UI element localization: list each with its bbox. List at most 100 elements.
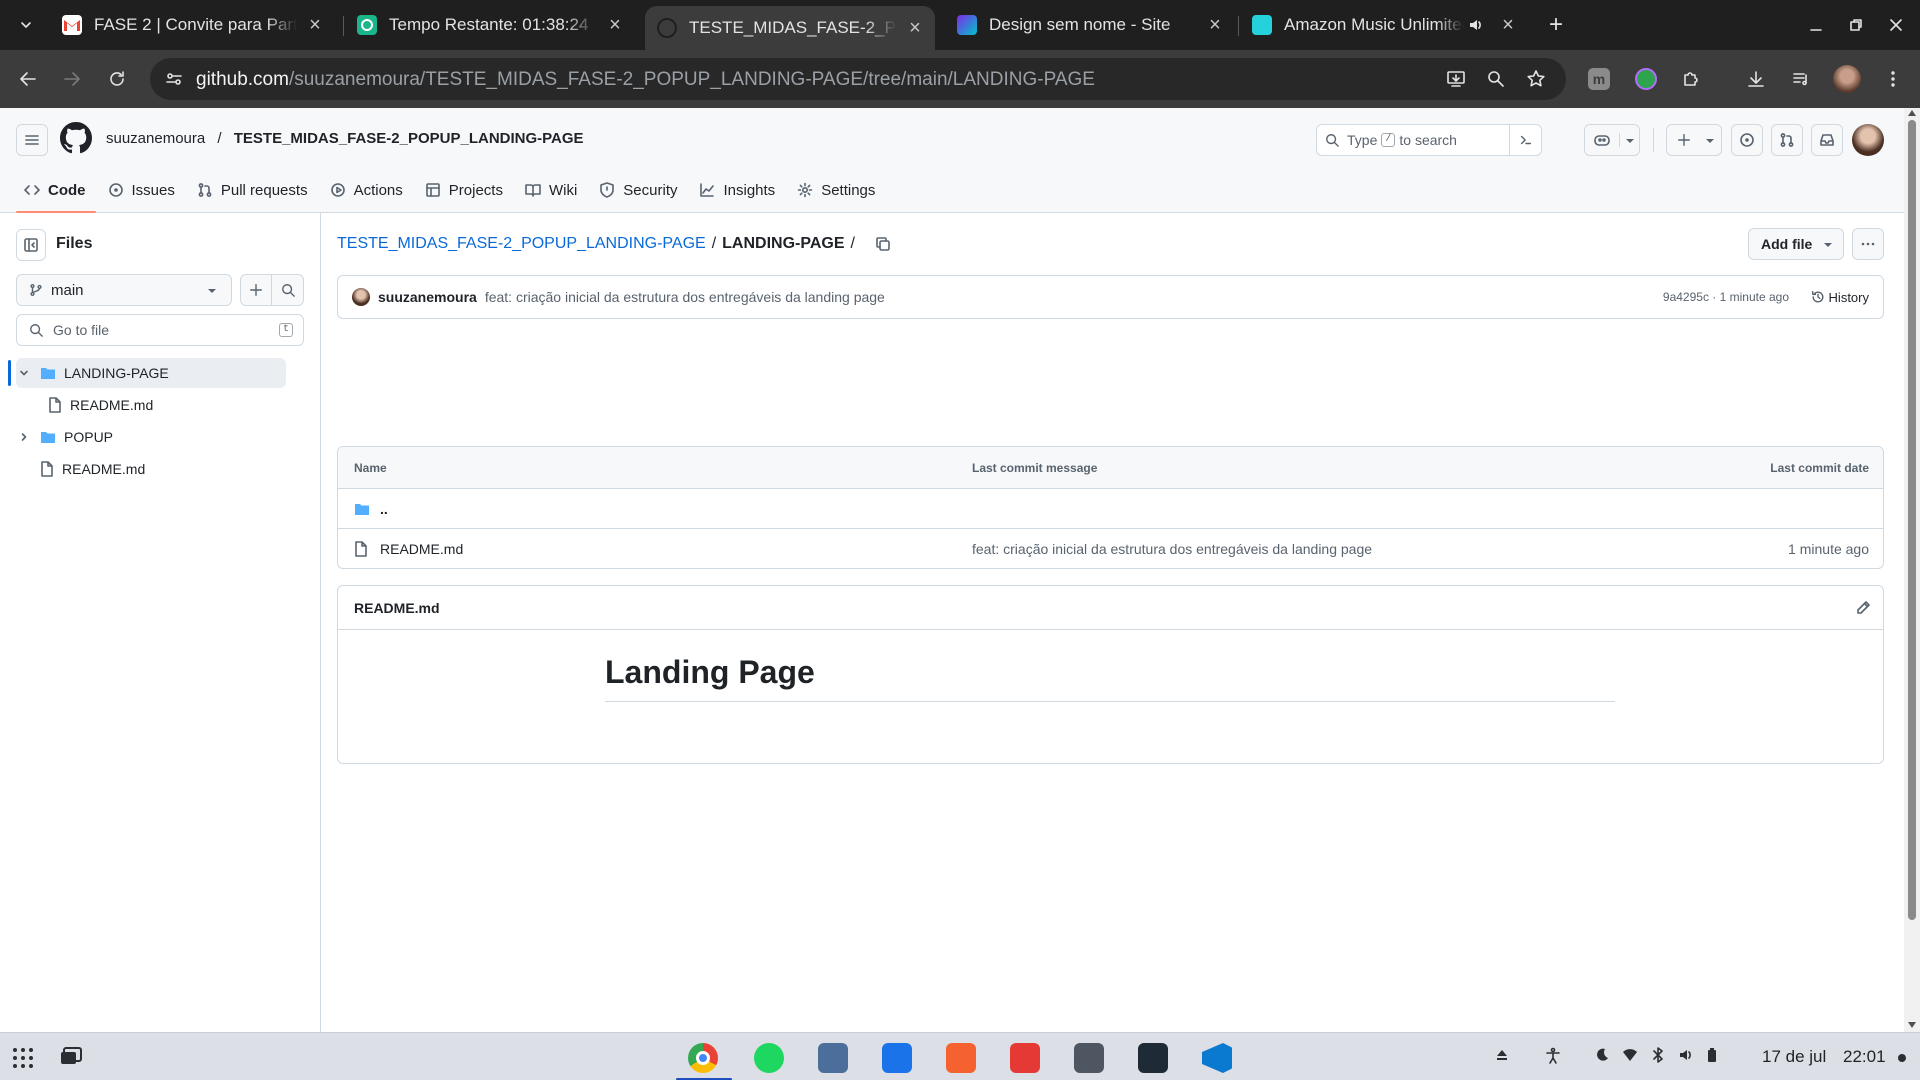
tab-issues[interactable]: Issues [98, 172, 187, 208]
scroll-up-icon[interactable] [1908, 110, 1916, 116]
close-window-icon[interactable] [1880, 9, 1912, 41]
repo-link[interactable]: TESTE_MIDAS_FASE-2_POPUP_LANDING-PAGE [234, 130, 584, 147]
commit-message[interactable]: feat: criação inicial da estrutura dos e… [485, 289, 885, 305]
breadcrumb-repo-link[interactable]: TESTE_MIDAS_FASE-2_POPUP_LANDING-PAGE [337, 235, 706, 253]
issues-icon[interactable] [1731, 124, 1763, 156]
zoom-icon[interactable] [1486, 69, 1506, 89]
scrollbar-thumb[interactable] [1908, 120, 1916, 920]
download-icon[interactable] [1740, 63, 1772, 95]
page-scrollbar[interactable] [1904, 108, 1920, 1032]
tab-insights[interactable]: Insights [689, 172, 787, 208]
tab-label: Security [623, 181, 678, 199]
anydesk-app-icon[interactable] [1010, 1043, 1040, 1073]
new-tab-icon[interactable]: + [1540, 9, 1572, 41]
github-logo-icon[interactable] [60, 122, 92, 154]
tab-security[interactable]: Security [589, 172, 689, 208]
tree-item-readme[interactable]: README.md [16, 390, 286, 420]
close-tab-icon[interactable]: × [905, 17, 925, 39]
terminal-app-icon[interactable] [1138, 1043, 1168, 1073]
overview-icon[interactable] [60, 1047, 82, 1067]
close-tab-icon[interactable]: × [605, 14, 625, 36]
hamburger-menu-icon[interactable] [16, 124, 48, 156]
search-files-icon[interactable] [272, 275, 303, 305]
back-icon[interactable] [12, 63, 44, 95]
site-info-icon[interactable] [164, 69, 184, 89]
browser-tab[interactable]: Design sem nome - Site × [945, 6, 1235, 44]
edit-pencil-icon[interactable] [1855, 600, 1871, 616]
copy-path-icon[interactable] [875, 236, 891, 252]
commit-author[interactable]: suuzanemoura [378, 289, 477, 305]
scroll-down-icon[interactable] [1908, 1022, 1916, 1028]
media-controls-icon[interactable] [1785, 63, 1817, 95]
tree-item-root-readme[interactable]: README.md [16, 454, 286, 484]
tree-item-landing-page[interactable]: LANDING-PAGE [16, 358, 286, 388]
bookmark-star-icon[interactable] [1526, 69, 1546, 89]
accessibility-icon[interactable] [1544, 1047, 1564, 1067]
extension-dollar-icon[interactable] [1630, 63, 1662, 95]
tab-search-chevron-icon[interactable] [10, 9, 42, 41]
author-avatar[interactable] [352, 288, 370, 306]
browser-menu-icon[interactable] [1877, 63, 1909, 95]
add-file-button[interactable]: Add file [1748, 228, 1844, 260]
browser-tab[interactable]: FASE 2 | Convite para Participar × [50, 6, 335, 44]
search-input[interactable]: Type / to search [1316, 124, 1542, 156]
notification-dot[interactable] [1898, 1054, 1906, 1062]
tab-settings[interactable]: Settings [787, 172, 887, 208]
table-row[interactable]: README.md feat: criação inicial da estru… [338, 528, 1883, 568]
history-button[interactable]: History [1811, 290, 1869, 305]
close-tab-icon[interactable]: × [1205, 14, 1225, 36]
user-avatar[interactable] [1852, 124, 1884, 156]
speaker-icon[interactable] [1468, 17, 1484, 33]
calculator-app-icon[interactable] [1074, 1043, 1104, 1073]
readme-filename[interactable]: README.md [354, 600, 440, 616]
command-palette-icon[interactable] [1509, 125, 1541, 155]
extensions-puzzle-icon[interactable] [1675, 63, 1707, 95]
commit-hash-time[interactable]: 9a4295c · 1 minute ago [1663, 290, 1789, 304]
tab-wiki[interactable]: Wiki [515, 172, 589, 208]
spotify-app-icon[interactable] [754, 1043, 784, 1073]
tab-projects[interactable]: Projects [415, 172, 515, 208]
play-store-app-icon[interactable] [882, 1043, 912, 1073]
close-tab-icon[interactable]: × [305, 14, 325, 36]
browser-tab[interactable]: Amazon Music Unlimited × [1240, 6, 1525, 44]
parent-dir-link[interactable]: .. [380, 501, 388, 517]
file-commit-message[interactable]: feat: criação inicial da estrutura dos e… [972, 541, 1372, 557]
reload-icon[interactable] [101, 63, 133, 95]
add-file-plus-icon[interactable] [241, 275, 273, 305]
tab-label: Code [48, 181, 86, 199]
extension-m-icon[interactable]: m [1583, 63, 1615, 95]
tab-pull-requests[interactable]: Pull requests [187, 172, 320, 208]
pull-requests-icon[interactable] [1771, 124, 1803, 156]
files-app-icon[interactable] [818, 1043, 848, 1073]
tab-actions[interactable]: Actions [320, 172, 415, 208]
copilot-button[interactable] [1584, 124, 1640, 156]
chrome-app-icon[interactable] [688, 1043, 718, 1073]
install-app-icon[interactable] [1446, 69, 1466, 89]
inbox-icon[interactable] [1811, 124, 1843, 156]
file-name-link[interactable]: README.md [380, 541, 463, 557]
forward-icon[interactable] [56, 63, 88, 95]
vscode-app-icon[interactable] [1202, 1043, 1232, 1073]
app-icon[interactable] [946, 1043, 976, 1073]
tree-item-popup[interactable]: POPUP [16, 422, 286, 452]
eject-icon[interactable] [1494, 1047, 1514, 1067]
collapse-sidebar-icon[interactable] [16, 229, 46, 261]
minimize-icon[interactable] [1800, 9, 1832, 41]
clock[interactable]: 17 de jul 22:01 [1762, 1047, 1886, 1067]
browser-tab[interactable]: Tempo Restante: 01:38:24 × [345, 6, 635, 44]
create-new-button[interactable] [1666, 124, 1722, 156]
address-bar[interactable]: github.com/suuzanemoura/TESTE_MIDAS_FASE… [150, 58, 1566, 100]
go-to-file-input[interactable]: Go to file t [16, 314, 304, 346]
table-row-parent[interactable]: .. [338, 488, 1883, 528]
tab-title: Amazon Music Unlimited [1284, 15, 1464, 34]
browser-tab-active[interactable]: TESTE_MIDAS_FASE-2_POPUP_LANDING-PAGE × [645, 6, 935, 50]
launcher-grid-icon[interactable] [12, 1047, 34, 1069]
owner-link[interactable]: suuzanemoura [106, 130, 205, 147]
profile-avatar[interactable] [1831, 63, 1863, 95]
restore-icon[interactable] [1840, 9, 1872, 41]
branch-selector[interactable]: main [16, 274, 232, 306]
close-tab-icon[interactable]: × [1498, 14, 1518, 36]
tab-code[interactable]: Code [14, 172, 98, 213]
more-options-icon[interactable] [1852, 228, 1884, 260]
go-to-file-shortcut: t [278, 323, 293, 337]
